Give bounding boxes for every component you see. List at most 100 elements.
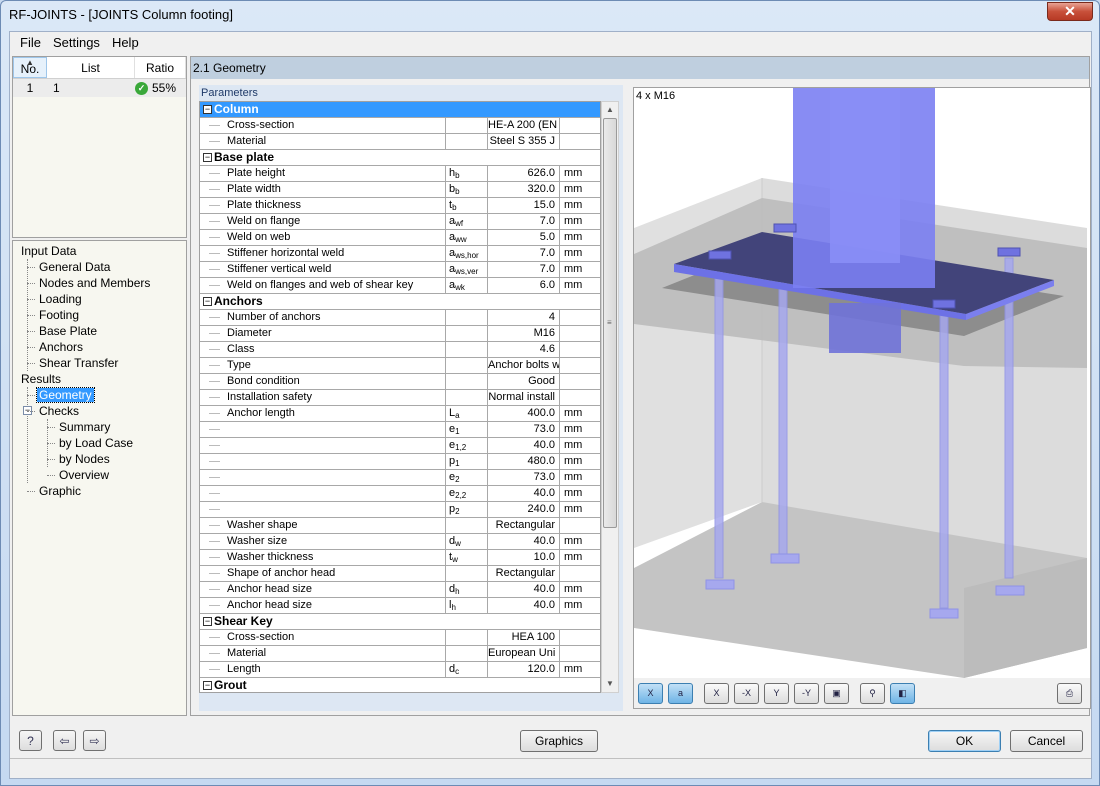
zoom-reset-button[interactable]: ⚲ (860, 682, 885, 704)
nav-general-data[interactable]: General Data (13, 259, 186, 275)
graphics-button[interactable]: Graphics (520, 730, 598, 752)
param-row[interactable]: Washer shape Rectangular (200, 518, 600, 534)
param-row[interactable]: Plate thickness tb 15.0 mm (200, 198, 600, 214)
param-row[interactable]: Anchor head size lh 40.0 mm (200, 598, 600, 614)
param-value[interactable]: 6.0 (488, 278, 560, 293)
param-row[interactable]: Material European Uni (200, 646, 600, 662)
param-value[interactable]: 480.0 (488, 454, 560, 469)
group-row[interactable]: − Column (200, 102, 600, 118)
nav-input-data[interactable]: Input Data (13, 243, 186, 259)
param-value[interactable]: 4.6 (488, 342, 560, 357)
collapse-icon[interactable]: − (203, 617, 212, 626)
view-minus-x-button[interactable]: -X (734, 682, 759, 704)
nav-geometry[interactable]: Geometry (13, 387, 186, 403)
param-value[interactable]: Normal install (488, 390, 560, 405)
scroll-down-icon[interactable]: ▼ (602, 676, 618, 692)
param-value[interactable]: 626.0 (488, 166, 560, 181)
param-row[interactable]: Type Anchor bolts w (200, 358, 600, 374)
param-value[interactable]: 7.0 (488, 214, 560, 229)
param-row[interactable]: Length dc 120.0 mm (200, 662, 600, 678)
scroll-up-icon[interactable]: ▲ (602, 102, 618, 118)
param-row[interactable]: Plate height hb 626.0 mm (200, 166, 600, 182)
param-row[interactable]: Stiffener vertical weld aws,ver 7.0 mm (200, 262, 600, 278)
group-row[interactable]: − Anchors (200, 294, 600, 310)
column-header-list[interactable]: List (47, 57, 135, 78)
param-row[interactable]: Washer size dw 40.0 mm (200, 534, 600, 550)
transparency-button[interactable]: ◧ (890, 682, 915, 704)
view-plus-x-button[interactable]: X (704, 682, 729, 704)
case-row[interactable]: 1 1 ✓ 55% (13, 79, 186, 97)
next-button[interactable]: ⇨ (83, 730, 106, 751)
vertical-scrollbar[interactable]: ▲ ≡ ▼ (601, 101, 619, 693)
param-row[interactable]: Material Steel S 355 J (200, 134, 600, 150)
param-value[interactable]: Anchor bolts w (488, 358, 560, 373)
param-value[interactable]: 73.0 (488, 470, 560, 485)
param-value[interactable]: 7.0 (488, 246, 560, 261)
nav-results[interactable]: Results (13, 371, 186, 387)
param-row[interactable]: Cross-section HEA 100 (200, 630, 600, 646)
param-value[interactable]: 40.0 (488, 582, 560, 597)
param-value[interactable]: 320.0 (488, 182, 560, 197)
param-value[interactable]: 15.0 (488, 198, 560, 213)
param-value[interactable]: Rectangular (488, 518, 560, 533)
nav-anchors[interactable]: Anchors (13, 339, 186, 355)
collapse-icon[interactable]: − (203, 153, 212, 162)
nav-footing[interactable]: Footing (13, 307, 186, 323)
param-value[interactable]: 10.0 (488, 550, 560, 565)
param-row[interactable]: e1,2 40.0 mm (200, 438, 600, 454)
param-row[interactable]: Installation safety Normal install (200, 390, 600, 406)
param-value[interactable]: 120.0 (488, 662, 560, 677)
print-button[interactable]: ⎙ (1057, 682, 1082, 704)
param-value[interactable]: 40.0 (488, 486, 560, 501)
nav-summary[interactable]: Summary (13, 419, 186, 435)
param-row[interactable]: Weld on flanges and web of shear key awk 6… (200, 278, 600, 294)
menu-settings[interactable]: Settings (47, 35, 106, 50)
nav-checks[interactable]: − Checks (13, 403, 186, 419)
param-row[interactable]: e2 73.0 mm (200, 470, 600, 486)
column-header-no[interactable]: ▲ No. (13, 57, 47, 78)
param-value[interactable]: 240.0 (488, 502, 560, 517)
view-a-button[interactable]: a (668, 682, 693, 704)
nav-shear-transfer[interactable]: Shear Transfer (13, 355, 186, 371)
nav-overview[interactable]: Overview (13, 467, 186, 483)
cancel-button[interactable]: Cancel (1010, 730, 1083, 752)
close-button[interactable]: ✕ (1047, 2, 1093, 21)
view-minus-y-button[interactable]: -Y (794, 682, 819, 704)
nav-loading[interactable]: Loading (13, 291, 186, 307)
param-row[interactable]: Diameter M16 (200, 326, 600, 342)
param-row[interactable]: Cross-section HE-A 200 (EN (200, 118, 600, 134)
graphics-view[interactable]: 4 x M16 X a X -X Y -Y ▣ ⚲ ◧ ⎙ (633, 87, 1091, 709)
nav-base-plate[interactable]: Base Plate (13, 323, 186, 339)
param-value[interactable]: 40.0 (488, 534, 560, 549)
param-value[interactable]: 400.0 (488, 406, 560, 421)
param-value[interactable]: 4 (488, 310, 560, 325)
collapse-icon[interactable]: − (203, 297, 212, 306)
isometric-view-button[interactable]: ▣ (824, 682, 849, 704)
param-value[interactable]: 73.0 (488, 422, 560, 437)
collapse-icon[interactable]: − (203, 105, 212, 114)
group-row[interactable]: − Shear Key (200, 614, 600, 630)
param-value[interactable]: 40.0 (488, 438, 560, 453)
param-value[interactable]: European Uni (488, 646, 560, 661)
ok-button[interactable]: OK (928, 730, 1001, 752)
param-row[interactable]: Plate width bb 320.0 mm (200, 182, 600, 198)
param-row[interactable]: Class 4.6 (200, 342, 600, 358)
param-row[interactable]: Weld on flange awf 7.0 mm (200, 214, 600, 230)
menu-file[interactable]: File (14, 35, 47, 50)
param-value[interactable]: 40.0 (488, 598, 560, 613)
scroll-thumb[interactable]: ≡ (603, 118, 617, 528)
group-row[interactable]: − Base plate (200, 150, 600, 166)
param-value[interactable]: M16 (488, 326, 560, 341)
help-button[interactable]: ? (19, 730, 42, 751)
view-plus-y-button[interactable]: Y (764, 682, 789, 704)
nav-nodes-and-members[interactable]: Nodes and Members (13, 275, 186, 291)
param-row[interactable]: Anchor head size dh 40.0 mm (200, 582, 600, 598)
param-value[interactable]: Steel S 355 J (488, 134, 560, 149)
param-value[interactable]: Rectangular (488, 566, 560, 581)
column-header-ratio[interactable]: Ratio (135, 57, 186, 78)
param-row[interactable]: Weld on web aww 5.0 mm (200, 230, 600, 246)
nav-by-nodes[interactable]: by Nodes (13, 451, 186, 467)
param-row[interactable]: e1 73.0 mm (200, 422, 600, 438)
nav-by-load-case[interactable]: by Load Case (13, 435, 186, 451)
group-row[interactable]: − Grout (200, 678, 600, 692)
